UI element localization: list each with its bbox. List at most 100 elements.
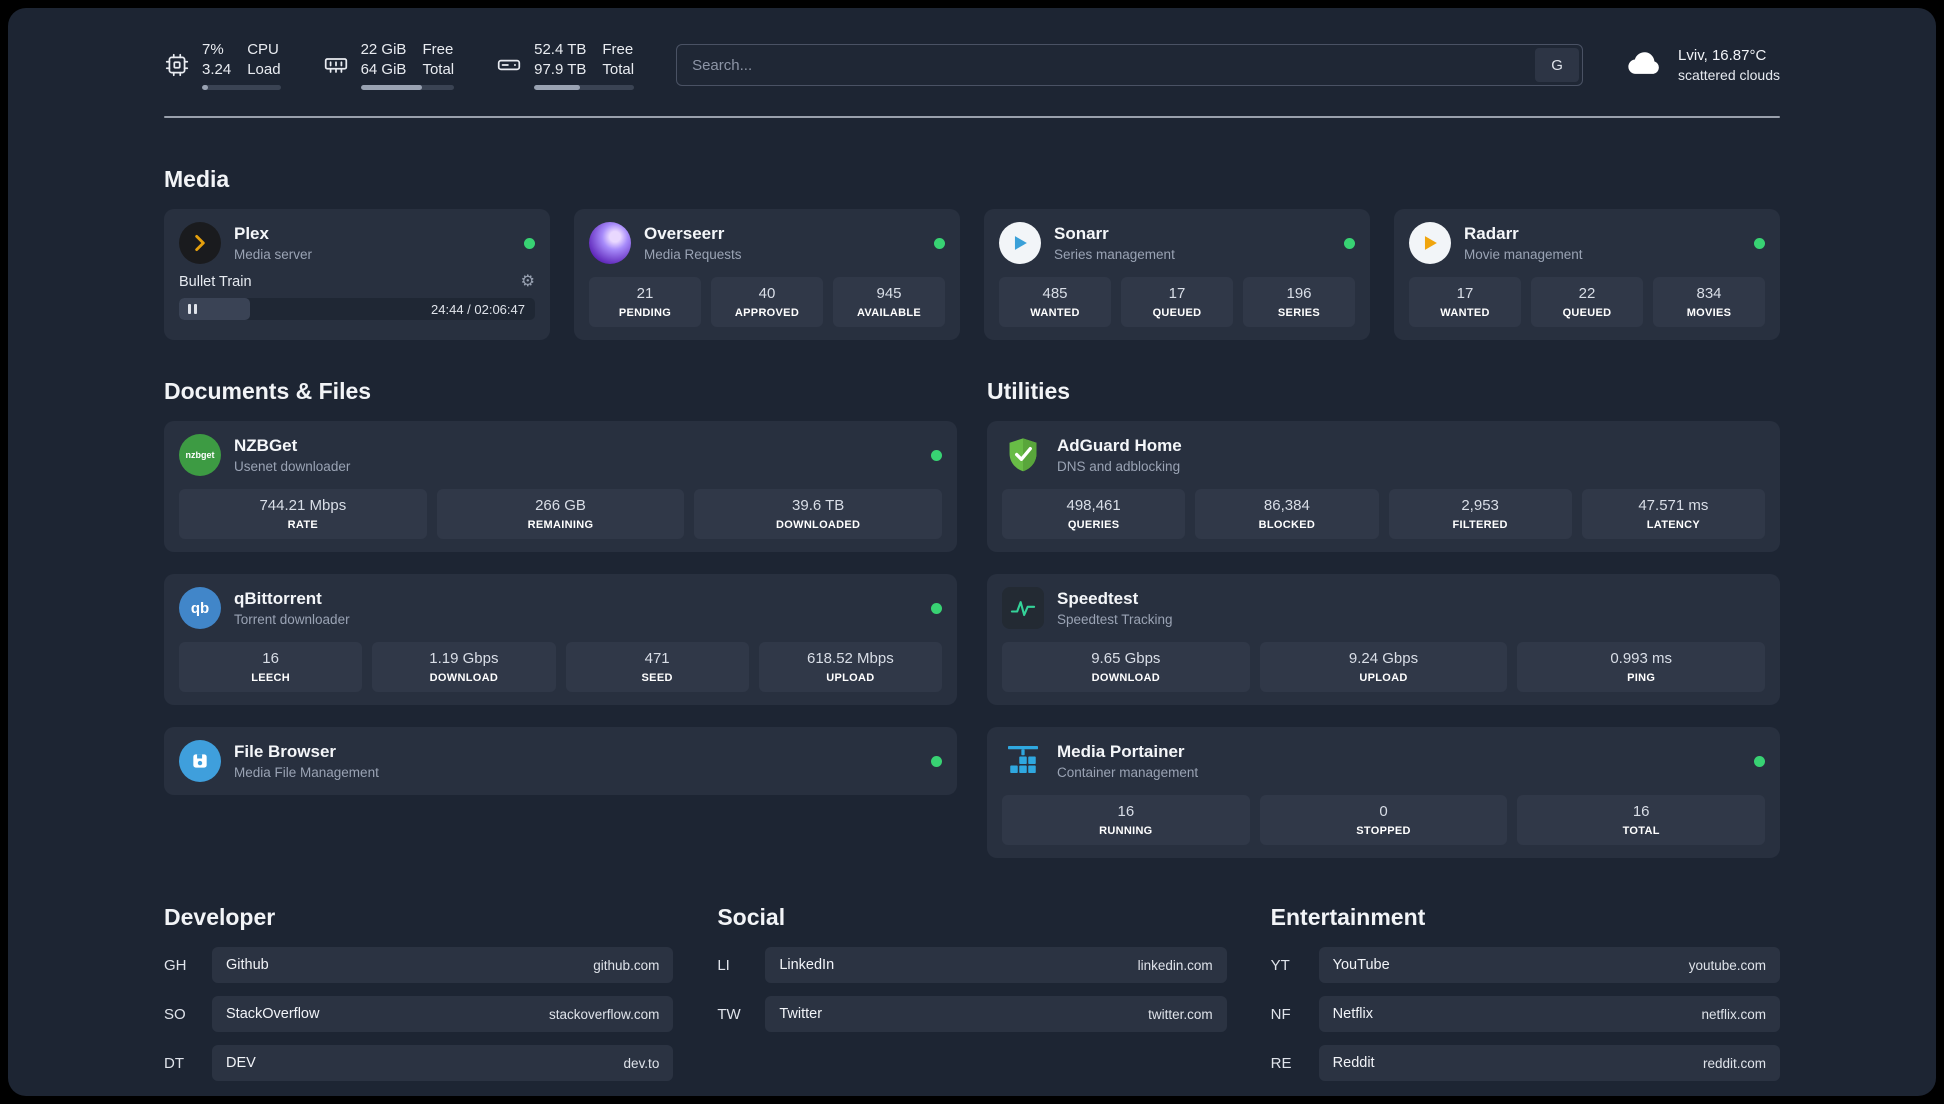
- status-dot: [524, 237, 535, 249]
- bookmark-link-netflix[interactable]: Netflix netflix.com: [1318, 996, 1780, 1032]
- pause-icon[interactable]: [188, 304, 197, 314]
- filebrowser-icon: [179, 740, 221, 782]
- bookmark-reddit: RE Reddit reddit.com: [1271, 1045, 1780, 1081]
- topbar-divider: [164, 116, 1780, 118]
- bookmark-abbr: YT: [1270, 956, 1290, 974]
- bookmark-link-youtube[interactable]: YouTube youtube.com: [1318, 947, 1780, 983]
- qbittorrent-icon: qb: [179, 587, 221, 629]
- app-description: Media File Management: [234, 765, 379, 780]
- app-card-overseerr[interactable]: Overseerr Media Requests 21 PENDING 40 A…: [574, 209, 960, 340]
- top-bar: 7% 3.24 CPU Load 22 GiB 64 GiB Free Tota…: [164, 8, 1780, 90]
- bookmark-abbr: DT: [164, 1054, 184, 1072]
- app-description: Usenet downloader: [234, 459, 351, 474]
- weather-widget: Lviv, 16.87°C scattered clouds: [1625, 43, 1780, 88]
- gear-icon[interactable]: ⚙: [521, 274, 535, 290]
- app-name: NZBGet: [234, 436, 298, 455]
- status-dot: [931, 602, 942, 614]
- app-description: DNS and adblocking: [1057, 459, 1181, 474]
- bookmark-abbr: LI: [717, 956, 730, 974]
- bookmark-link-twitter[interactable]: Twitter twitter.com: [765, 996, 1227, 1032]
- cloud-icon: [1625, 43, 1665, 88]
- section-title-media: Media: [164, 166, 230, 192]
- weather-condition: scattered clouds: [1678, 66, 1780, 83]
- app-card-filebrowser[interactable]: File Browser Media File Management: [164, 727, 957, 795]
- bookmark-link-reddit[interactable]: Reddit reddit.com: [1318, 1045, 1780, 1081]
- cpu-load-label: Load: [247, 61, 281, 78]
- bookmark-link-linkedin[interactable]: LinkedIn linkedin.com: [765, 947, 1227, 983]
- stat-tile: 17 WANTED: [1409, 277, 1521, 327]
- stat-tile: 9.24 Gbps UPLOAD: [1259, 642, 1508, 692]
- status-dot: [1344, 237, 1355, 249]
- app-card-adguard[interactable]: AdGuard Home DNS and adblocking 498,461 …: [987, 421, 1780, 552]
- app-name: qBittorrent: [234, 589, 322, 608]
- stat-tile: 40 APPROVED: [711, 277, 823, 327]
- stat-tile: 0 STOPPED: [1259, 795, 1508, 845]
- app-name: Radarr: [1464, 224, 1519, 243]
- stat-tile: 618.52 Mbps UPLOAD: [758, 642, 942, 692]
- cpu-icon: [164, 52, 190, 78]
- stat-tile: 21 PENDING: [589, 277, 701, 327]
- app-card-sonarr[interactable]: Sonarr Series management 485 WANTED 17 Q…: [984, 209, 1370, 340]
- app-name: AdGuard Home: [1057, 436, 1182, 455]
- ram-total-value: 64 GiB: [360, 61, 407, 78]
- app-card-radarr[interactable]: Radarr Movie management 17 WANTED 22 QUE…: [1394, 209, 1780, 340]
- app-card-plex[interactable]: Plex Media server Bullet Train ⚙ 24:44 /…: [164, 209, 550, 340]
- overseerr-icon: [589, 222, 631, 264]
- cpu-label: CPU: [247, 41, 279, 58]
- bookmark-group-entertainment: Entertainment YT YouTube youtube.com NF …: [1271, 904, 1780, 1094]
- app-description: Media Requests: [644, 247, 742, 262]
- stat-tile: 744.21 Mbps RATE: [179, 489, 427, 539]
- app-name: File Browser: [234, 742, 337, 761]
- disk-free-value: 52.4 TB: [534, 41, 587, 58]
- stat-tile: 1.19 Gbps DOWNLOAD: [372, 642, 556, 692]
- disk-total-value: 97.9 TB: [534, 61, 587, 78]
- bookmark-twitter: TW Twitter twitter.com: [717, 996, 1227, 1032]
- app-name: Plex: [234, 224, 269, 243]
- now-playing-title: Bullet Train: [179, 274, 252, 290]
- app-card-qbittorrent[interactable]: qb qBittorrent Torrent downloader 16 LEE…: [164, 574, 957, 705]
- playback-progress-bar[interactable]: 24:44 / 02:06:47: [179, 298, 535, 320]
- stat-tile: 22 QUEUED: [1531, 277, 1643, 327]
- cpu-load-value: 3.24: [202, 61, 232, 78]
- app-description: Torrent downloader: [234, 612, 350, 627]
- bookmark-link-stackoverflow[interactable]: StackOverflow stackoverflow.com: [212, 996, 674, 1032]
- playback-time: 24:44 / 02:06:47: [431, 301, 525, 317]
- bookmark-youtube: YT YouTube youtube.com: [1271, 947, 1780, 983]
- stat-tile: 86,384 BLOCKED: [1195, 489, 1379, 539]
- dashboard-page: 7% 3.24 CPU Load 22 GiB 64 GiB Free Tota…: [8, 8, 1936, 1096]
- status-dot: [1754, 755, 1765, 767]
- app-description: Container management: [1057, 765, 1199, 780]
- bookmark-github: GH Github github.com: [164, 947, 674, 983]
- disk-total-label: Total: [602, 61, 635, 78]
- bookmark-abbr: GH: [164, 956, 187, 974]
- section-title-social: Social: [717, 904, 786, 930]
- status-dot: [931, 449, 942, 461]
- app-card-nzbget[interactable]: nzbget NZBGet Usenet downloader 744.21 M…: [164, 421, 957, 552]
- search-input[interactable]: [680, 48, 1536, 82]
- ram-usage-bar: [360, 85, 455, 90]
- app-name: Overseerr: [644, 224, 725, 243]
- disk-usage-bar: [534, 85, 635, 90]
- app-description: Media server: [234, 247, 313, 262]
- stat-tile: 485 WANTED: [999, 277, 1111, 327]
- sonarr-icon: [999, 222, 1041, 264]
- search-engine-button[interactable]: G: [1535, 48, 1580, 82]
- plex-icon: [179, 222, 221, 264]
- bookmark-abbr: NF: [1270, 1005, 1291, 1023]
- portainer-icon: [1002, 740, 1044, 782]
- speedtest-icon: [1002, 587, 1044, 629]
- disk-free-label: Free: [602, 41, 634, 58]
- app-card-speedtest[interactable]: Speedtest Speedtest Tracking 9.65 Gbps D…: [987, 574, 1780, 705]
- section-title-utilities: Utilities: [987, 378, 1071, 404]
- stat-tile: 834 MOVIES: [1653, 277, 1765, 327]
- app-name: Sonarr: [1054, 224, 1109, 243]
- stat-tile: 9.65 Gbps DOWNLOAD: [1002, 642, 1250, 692]
- stat-tile: 471 SEED: [565, 642, 749, 692]
- stat-tile: 498,461 QUERIES: [1002, 489, 1186, 539]
- bookmark-group-social: Social LI LinkedIn linkedin.com TW Twitt…: [717, 904, 1227, 1094]
- app-description: Movie management: [1464, 247, 1583, 262]
- app-card-portainer[interactable]: Media Portainer Container management 16 …: [987, 727, 1780, 858]
- bookmark-link-github[interactable]: Github github.com: [212, 947, 674, 983]
- bookmark-link-dev[interactable]: DEV dev.to: [212, 1045, 674, 1081]
- section-title-documents: Documents & Files: [164, 378, 372, 404]
